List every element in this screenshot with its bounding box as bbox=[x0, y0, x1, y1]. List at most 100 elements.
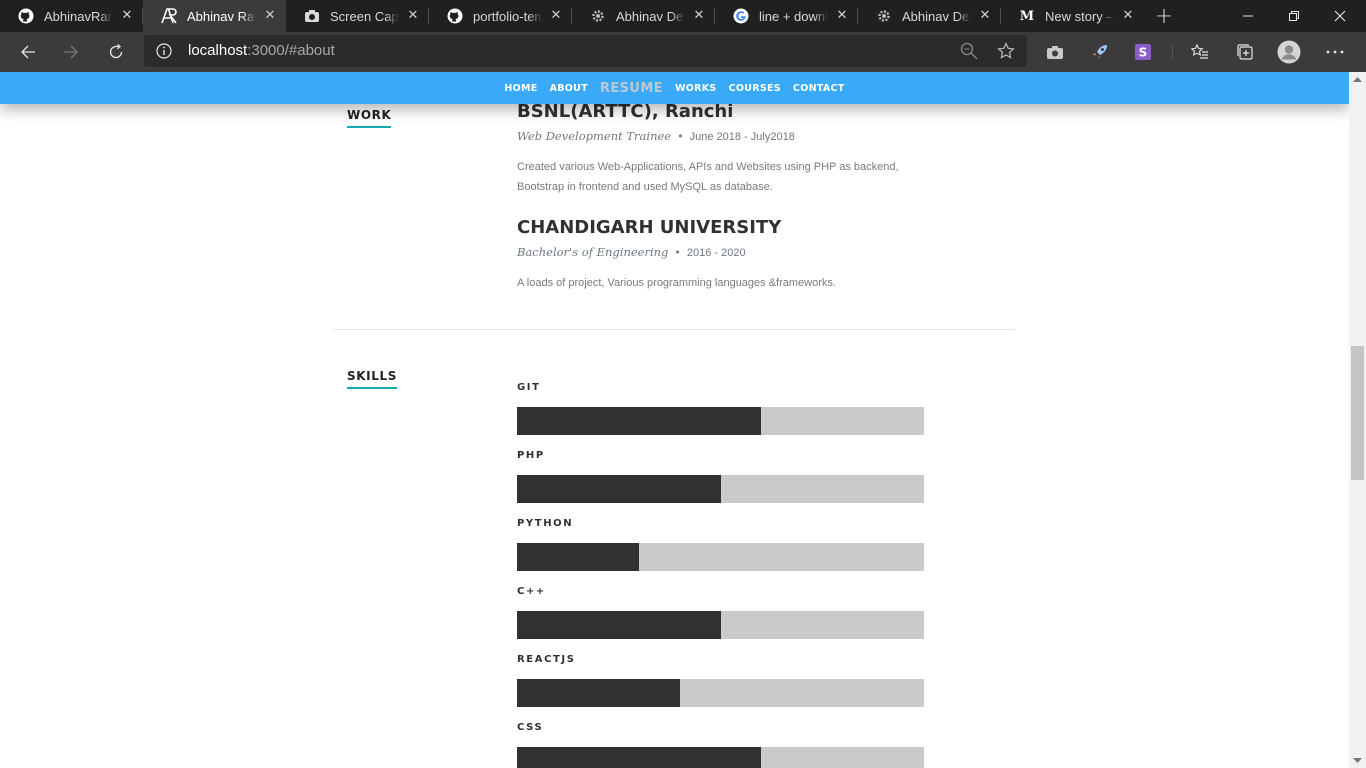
skill-bar-track bbox=[517, 747, 924, 768]
profile-avatar-icon[interactable] bbox=[1277, 40, 1301, 64]
nav-home[interactable]: HOME bbox=[504, 83, 537, 94]
skill-name: REACTJS bbox=[517, 654, 576, 665]
browser-tab[interactable]: M New story – Medium ✕ bbox=[1001, 0, 1144, 32]
google-icon bbox=[733, 8, 749, 24]
skill-name: C++ bbox=[517, 586, 546, 597]
skill-bar-fill bbox=[517, 679, 680, 707]
medium-icon: M bbox=[1019, 8, 1035, 24]
work-entry-description: A loads of project, Various programming … bbox=[517, 277, 836, 289]
tab-title: Abhinav Ranjan bbox=[187, 8, 256, 24]
url-text: localhost:3000/#about bbox=[188, 42, 335, 59]
favorites-icon[interactable] bbox=[1188, 40, 1212, 64]
work-entry-title: BSNL(ARTTC), Ranchi bbox=[517, 101, 734, 122]
page-scrollbar[interactable] bbox=[1349, 72, 1366, 768]
skill-bar-track bbox=[517, 611, 924, 639]
collections-icon[interactable] bbox=[1233, 40, 1257, 64]
heading-underline bbox=[347, 126, 392, 128]
skill-bar-fill bbox=[517, 543, 639, 571]
tab-title: New story – Medium bbox=[1045, 8, 1114, 24]
page-viewport: HOME ABOUT RESUME WORKS COURSES CONTACT … bbox=[0, 72, 1349, 768]
minimize-button[interactable] bbox=[1225, 0, 1271, 32]
close-icon[interactable]: ✕ bbox=[977, 8, 993, 24]
restore-button[interactable] bbox=[1271, 0, 1317, 32]
browser-tab[interactable]: AbhinavRan/Portfolio ✕ bbox=[0, 0, 143, 32]
github-icon bbox=[18, 8, 34, 24]
scroll-up-icon[interactable] bbox=[1353, 76, 1362, 82]
gear-icon bbox=[876, 8, 892, 24]
skill-bar-fill bbox=[517, 407, 761, 435]
rocket-extension-icon[interactable] bbox=[1088, 40, 1112, 64]
skill-name: CSS bbox=[517, 722, 544, 733]
work-entry-role: Bachelor's of Engineering bbox=[517, 245, 669, 259]
close-icon[interactable]: ✕ bbox=[119, 8, 135, 24]
browser-tab[interactable]: portfolio-template ✕ bbox=[429, 0, 572, 32]
tab-title: AbhinavRan/Portfolio bbox=[44, 8, 113, 24]
bullet: • bbox=[674, 246, 681, 259]
work-entry-info: Bachelor's of Engineering • 2016 - 2020 bbox=[517, 245, 746, 259]
nav-about[interactable]: ABOUT bbox=[550, 83, 588, 94]
address-bar[interactable]: localhost:3000/#about bbox=[144, 35, 1027, 67]
screenshot-camera-icon[interactable] bbox=[1043, 40, 1067, 64]
close-icon[interactable]: ✕ bbox=[1120, 8, 1136, 24]
browser-tab[interactable]: Screen Capture ✕ bbox=[286, 0, 429, 32]
work-entry-dates: June 2018 - July2018 bbox=[689, 131, 795, 143]
camera-icon bbox=[304, 8, 320, 24]
browser-tab-active[interactable]: Abhinav Ranjan ✕ bbox=[143, 0, 286, 32]
new-tab-button[interactable]: + bbox=[1144, 0, 1184, 32]
bullet: • bbox=[677, 130, 684, 143]
favorite-star-icon[interactable] bbox=[997, 42, 1015, 60]
section-divider bbox=[334, 329, 1015, 330]
skill-name: PHP bbox=[517, 450, 545, 461]
skills-heading-text: SKILLS bbox=[347, 369, 397, 383]
nav-contact[interactable]: CONTACT bbox=[793, 83, 845, 94]
zoom-icon[interactable] bbox=[960, 42, 978, 60]
url-host: localhost bbox=[188, 42, 248, 59]
forward-button[interactable] bbox=[55, 36, 87, 68]
work-heading-text: WORK bbox=[347, 108, 392, 122]
skill-bar-fill bbox=[517, 747, 761, 768]
scrollbar-thumb[interactable] bbox=[1351, 346, 1364, 480]
nav-works[interactable]: WORKS bbox=[675, 83, 717, 94]
more-menu-icon[interactable] bbox=[1323, 40, 1347, 64]
browser-tab[interactable]: line + download ✕ bbox=[715, 0, 858, 32]
tab-title: Abhinav Dev bbox=[616, 8, 685, 24]
svg-text:S: S bbox=[1139, 46, 1148, 60]
scroll-down-icon[interactable] bbox=[1353, 758, 1362, 764]
refresh-button[interactable] bbox=[100, 36, 132, 68]
forward-arrow-icon bbox=[64, 45, 78, 59]
work-entry-dates: 2016 - 2020 bbox=[686, 247, 746, 259]
tab-title: portfolio-template bbox=[473, 8, 542, 24]
back-arrow-icon bbox=[21, 45, 35, 59]
browser-tab[interactable]: Abhinav Dev ✕ bbox=[572, 0, 715, 32]
close-icon[interactable]: ✕ bbox=[834, 8, 850, 24]
close-icon[interactable]: ✕ bbox=[405, 8, 421, 24]
skill-name: PYTHON bbox=[517, 518, 574, 529]
github-icon bbox=[447, 8, 463, 24]
work-section-heading: WORK bbox=[347, 108, 392, 128]
gear-icon bbox=[590, 8, 606, 24]
s-extension-icon[interactable]: S bbox=[1131, 40, 1155, 64]
tab-title: line + download bbox=[759, 8, 828, 24]
skill-bar-track bbox=[517, 407, 924, 435]
close-icon[interactable]: ✕ bbox=[691, 8, 707, 24]
work-entry-info: Web Development Trainee • June 2018 - July… bbox=[517, 129, 795, 143]
tab-title: Abhinav Dev bbox=[902, 8, 971, 24]
ar-logo-icon bbox=[161, 8, 177, 24]
browser-tab[interactable]: Abhinav Dev ✕ bbox=[858, 0, 1001, 32]
nav-courses[interactable]: COURSES bbox=[729, 83, 781, 94]
tab-title: Screen Capture bbox=[330, 8, 399, 24]
site-info-icon[interactable] bbox=[156, 43, 172, 59]
back-button[interactable] bbox=[12, 36, 44, 68]
site-nav: HOME ABOUT RESUME WORKS COURSES CONTACT bbox=[0, 72, 1349, 104]
skill-bar-fill bbox=[517, 611, 721, 639]
work-entry-description: Created various Web-Applications, APIs a… bbox=[517, 161, 899, 193]
nav-resume[interactable]: RESUME bbox=[600, 81, 663, 96]
skill-bar-track bbox=[517, 543, 924, 571]
close-window-button[interactable] bbox=[1317, 0, 1363, 32]
close-icon[interactable]: ✕ bbox=[548, 8, 564, 24]
work-entry-title: CHANDIGARH UNIVERSITY bbox=[517, 217, 782, 238]
toolbar-divider bbox=[1172, 44, 1173, 60]
close-icon[interactable]: ✕ bbox=[262, 8, 278, 24]
skill-bar-track bbox=[517, 679, 924, 707]
browser-tab-strip: AbhinavRan/Portfolio ✕ Abhinav Ranjan ✕ … bbox=[0, 0, 1366, 32]
